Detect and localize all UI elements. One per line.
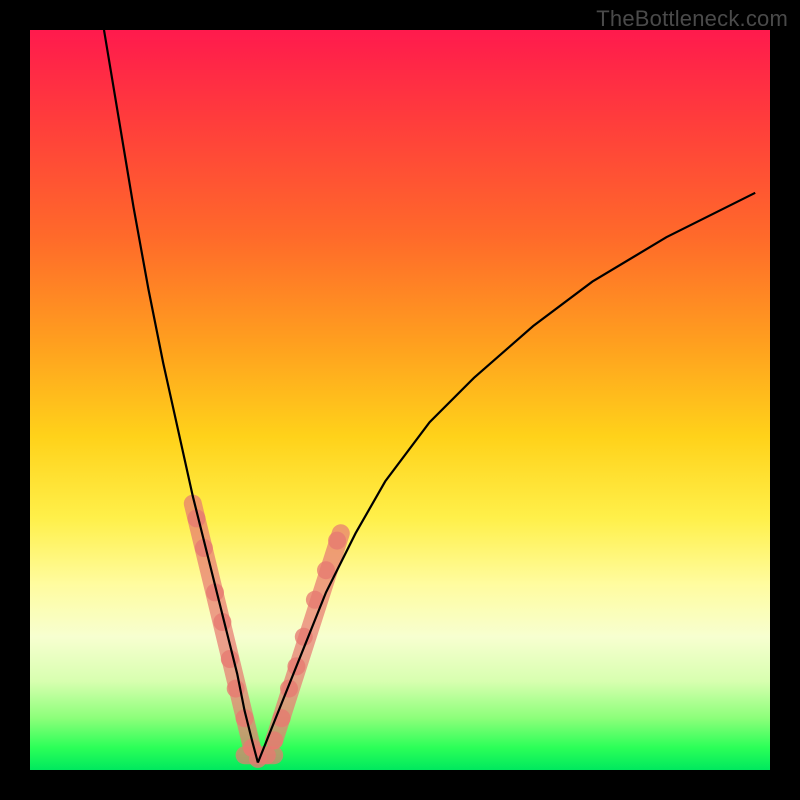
highlight-dots [188,509,347,768]
curves-svg [30,30,770,770]
chart-frame: TheBottleneck.com [0,0,800,800]
highlight-guides [193,504,341,756]
highlight-dot [317,561,335,579]
curve-right-branch [258,193,755,763]
plot-area [30,30,770,770]
watermark-text: TheBottleneck.com [596,6,788,32]
highlight-dot [328,532,346,550]
